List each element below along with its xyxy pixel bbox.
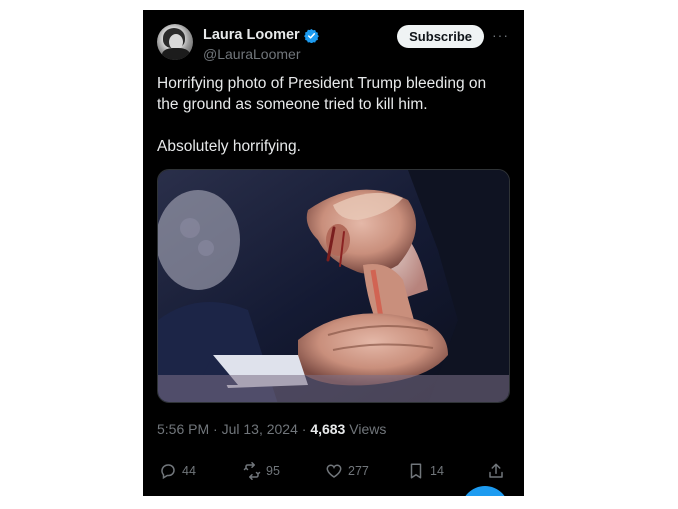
compose-fab[interactable] [461,486,509,496]
repost-button[interactable]: 95 [243,462,280,480]
share-icon [489,463,503,478]
repost-icon [243,462,261,480]
reply-count: 44 [182,464,196,478]
tweet-text-line: Absolutely horrifying. [157,138,301,155]
share-button[interactable] [487,462,505,480]
tweet-photo[interactable] [157,169,510,403]
heart-icon [326,464,342,478]
reply-button[interactable]: 44 [159,462,196,480]
repost-count: 95 [266,464,280,478]
tweet-text-line: Horrifying photo of President Trump blee… [157,75,487,92]
tweet-card: Laura Loomer @LauraLoomer Subscribe ··· … [143,10,524,496]
verified-badge-icon [303,28,319,43]
action-bar: 44 95 277 14 [157,462,507,484]
like-button[interactable]: 277 [325,462,369,480]
tweet-header: Laura Loomer @LauraLoomer Subscribe ··· [157,24,512,66]
views-count: 4,683 [310,421,346,437]
bookmark-button[interactable]: 14 [407,462,444,480]
bookmark-icon [410,463,422,479]
display-name-text[interactable]: Laura Loomer [203,26,300,44]
reply-icon [161,464,175,480]
tweet-meta: 5:56 PM · Jul 13, 2024 · 4,683 Views [157,420,386,438]
photo-image [158,170,509,402]
author-handle[interactable]: @LauraLoomer [203,45,319,63]
author-block[interactable]: Laura Loomer @LauraLoomer [203,26,319,63]
tweet-timestamp[interactable]: 5:56 PM · Jul 13, 2024 · [157,421,310,437]
tweet-text-line: the ground as someone tried to kill him. [157,96,428,113]
tweet-text: Horrifying photo of President Trump blee… [157,73,512,157]
like-count: 277 [348,464,369,478]
subscribe-button[interactable]: Subscribe [397,25,484,48]
more-horizontal-icon[interactable]: ··· [492,28,508,44]
author-display-name[interactable]: Laura Loomer [203,26,319,44]
views-label: Views [345,421,387,437]
avatar[interactable] [157,24,193,60]
bookmark-count: 14 [430,464,444,478]
